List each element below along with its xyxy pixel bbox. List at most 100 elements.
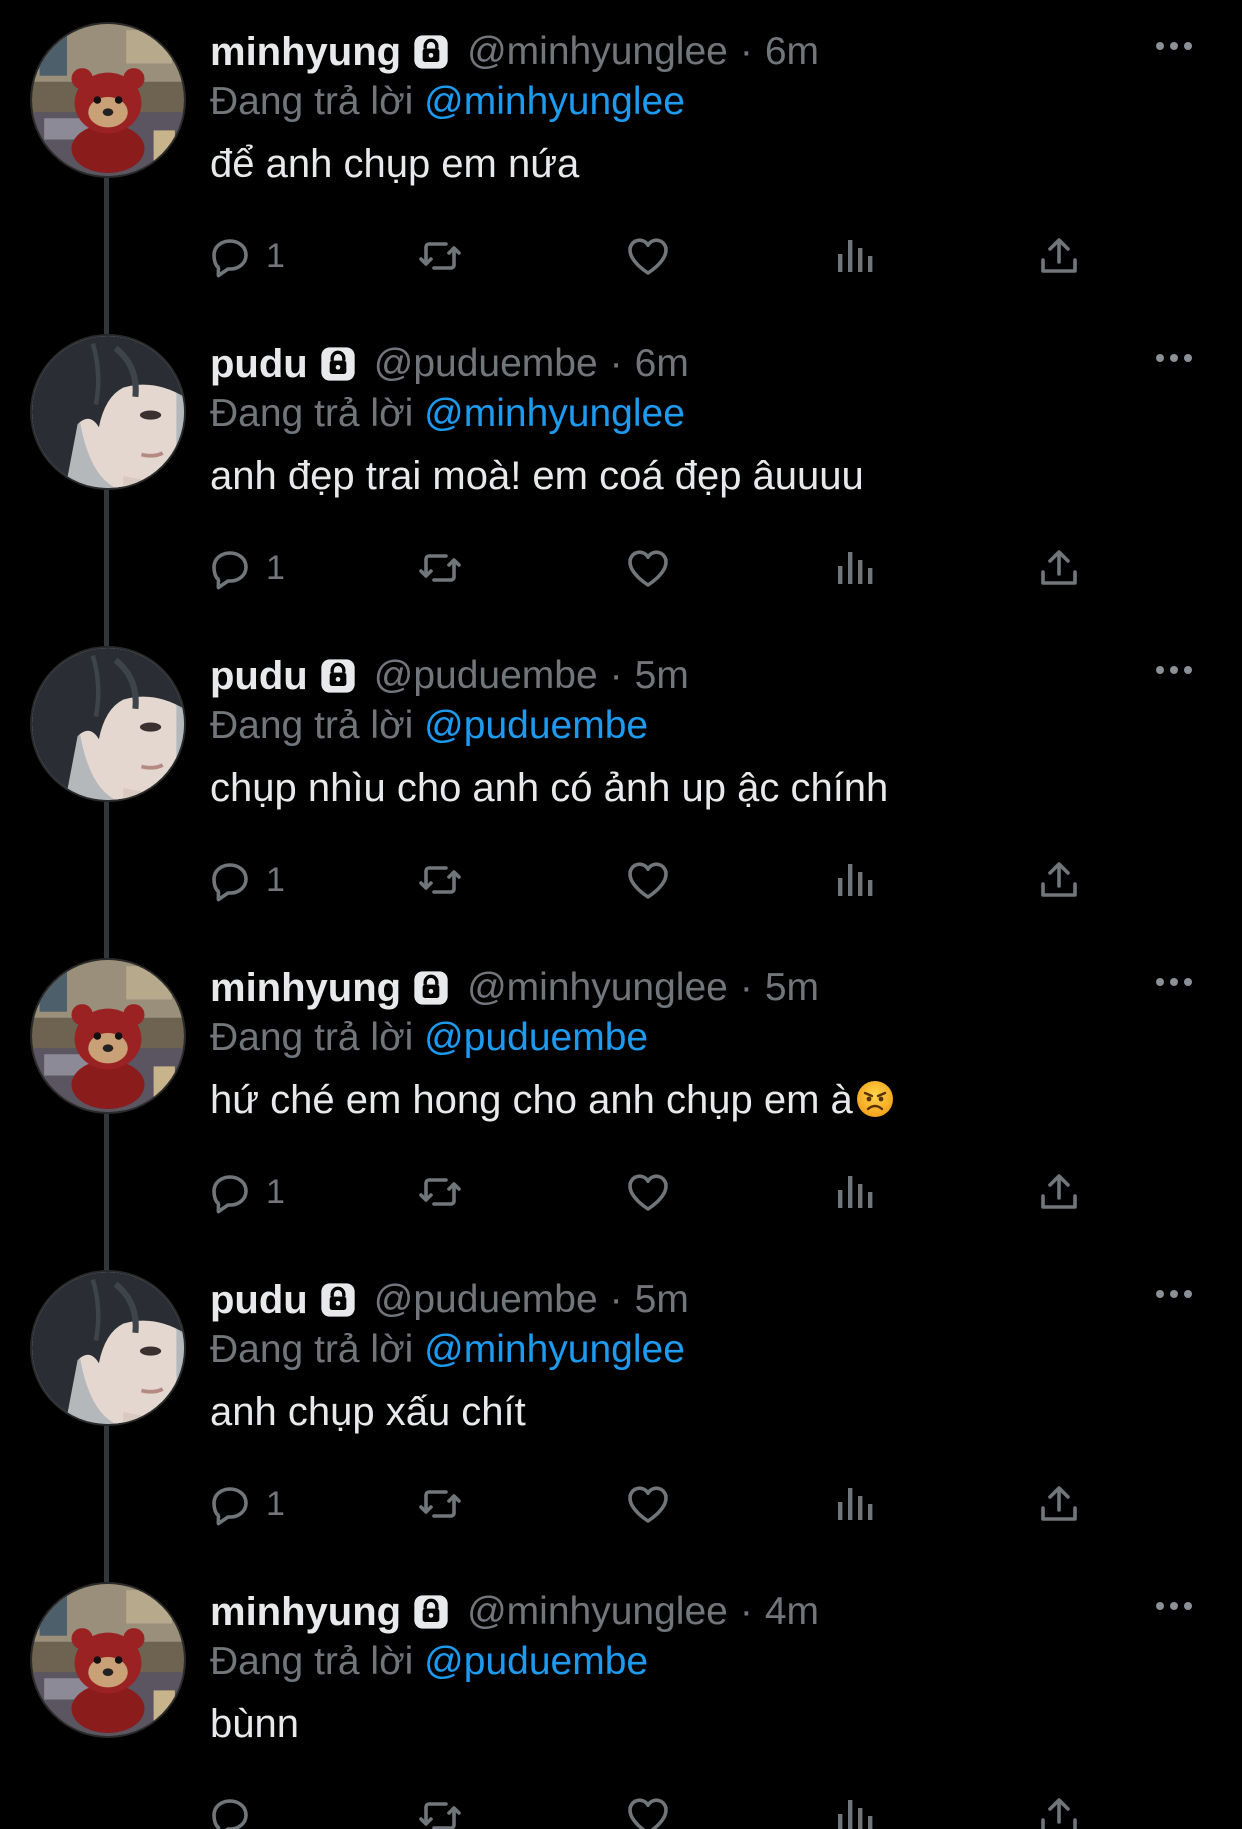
timestamp[interactable]: 5m	[635, 1278, 689, 1322]
retweet-button[interactable]	[416, 1164, 464, 1220]
share-button[interactable]	[1035, 852, 1083, 908]
share-upload-icon	[1035, 856, 1083, 904]
retweet-button[interactable]	[416, 540, 464, 596]
like-button[interactable]	[624, 540, 672, 596]
timestamp[interactable]: 5m	[765, 966, 819, 1010]
display-name[interactable]: pudu	[210, 1278, 308, 1323]
retweet-button[interactable]	[416, 1788, 464, 1829]
avatar[interactable]	[30, 958, 186, 1114]
more-options-button[interactable]	[1152, 1594, 1196, 1618]
user-handle[interactable]: @minhyunglee	[467, 30, 728, 74]
more-horizontal-icon	[1152, 1282, 1196, 1306]
views-button[interactable]	[830, 852, 878, 908]
timestamp[interactable]: 4m	[765, 1590, 819, 1634]
display-name[interactable]: pudu	[210, 654, 308, 699]
timestamp[interactable]: 6m	[635, 342, 689, 386]
tweet[interactable]: pudu @puduembe · 6m Đang trả lời @minhyu…	[0, 312, 1242, 624]
tweet-header: minhyung @minhyunglee · 5m	[210, 962, 819, 1014]
more-options-button[interactable]	[1152, 970, 1196, 994]
views-button[interactable]	[830, 1164, 878, 1220]
replying-to-mention[interactable]: @puduembe	[424, 704, 648, 747]
tweet-text-content: anh đẹp trai moà! em coá đẹp âuuuu	[210, 454, 864, 498]
tweet[interactable]: minhyung @minhyunglee · 6m Đang trả lời …	[0, 0, 1242, 312]
reply-button[interactable]: 1	[206, 1164, 285, 1220]
separator-dot: ·	[739, 1590, 753, 1633]
display-name[interactable]: minhyung	[210, 30, 401, 75]
timestamp[interactable]: 6m	[765, 30, 819, 74]
display-name[interactable]: minhyung	[210, 1590, 401, 1635]
views-button[interactable]	[830, 228, 878, 284]
reply-button[interactable]: 1	[206, 540, 285, 596]
user-handle[interactable]: @minhyunglee	[467, 966, 728, 1010]
avatar[interactable]	[30, 1582, 186, 1738]
tweet[interactable]: minhyung @minhyunglee · 4m Đang trả lời …	[0, 1560, 1242, 1829]
views-button[interactable]	[830, 540, 878, 596]
thread-connector-line	[104, 624, 109, 646]
lock-icon	[318, 1280, 358, 1320]
reply-bubble-icon	[206, 544, 254, 592]
like-button[interactable]	[624, 1788, 672, 1829]
more-options-button[interactable]	[1152, 658, 1196, 682]
tweet-actions: 1	[210, 1164, 1090, 1220]
avatar[interactable]	[30, 1270, 186, 1426]
retweet-button[interactable]	[416, 852, 464, 908]
tweet-text-content: anh chụp xấu chít	[210, 1390, 526, 1434]
views-button[interactable]	[830, 1476, 878, 1532]
share-button[interactable]	[1035, 228, 1083, 284]
tweet-header: minhyung @minhyunglee · 4m	[210, 1586, 819, 1638]
thread-connector-line	[104, 936, 109, 958]
avatar[interactable]	[30, 334, 186, 490]
reply-button[interactable]	[206, 1788, 254, 1829]
reply-bubble-icon	[206, 1168, 254, 1216]
replying-to-mention[interactable]: @minhyunglee	[424, 80, 685, 123]
replying-to-mention[interactable]: @minhyunglee	[424, 1328, 685, 1371]
share-button[interactable]	[1035, 1164, 1083, 1220]
tweet[interactable]: pudu @puduembe · 5m Đang trả lời @minhyu…	[0, 1248, 1242, 1560]
share-button[interactable]	[1035, 1476, 1083, 1532]
display-name[interactable]: pudu	[210, 342, 308, 387]
reply-button[interactable]: 1	[206, 1476, 285, 1532]
like-button[interactable]	[624, 228, 672, 284]
reply-button[interactable]: 1	[206, 852, 285, 908]
thread-connector-line	[104, 1560, 109, 1582]
tweet[interactable]: minhyung @minhyunglee · 5m Đang trả lời …	[0, 936, 1242, 1248]
views-button[interactable]	[830, 1788, 878, 1829]
more-options-button[interactable]	[1152, 346, 1196, 370]
user-handle[interactable]: @puduembe	[374, 1278, 598, 1322]
avatar[interactable]	[30, 646, 186, 802]
retweet-button[interactable]	[416, 228, 464, 284]
more-options-button[interactable]	[1152, 34, 1196, 58]
heart-icon	[624, 1168, 672, 1216]
user-handle[interactable]: @minhyunglee	[467, 1590, 728, 1634]
share-upload-icon	[1035, 1480, 1083, 1528]
retweet-icon	[416, 544, 464, 592]
reply-count: 1	[266, 548, 285, 587]
replying-to-mention[interactable]: @minhyunglee	[424, 392, 685, 435]
avatar[interactable]	[30, 22, 186, 178]
user-handle[interactable]: @puduembe	[374, 342, 598, 386]
more-horizontal-icon	[1152, 1594, 1196, 1618]
like-button[interactable]	[624, 1476, 672, 1532]
share-upload-icon	[1035, 544, 1083, 592]
like-button[interactable]	[624, 1164, 672, 1220]
tweet[interactable]: pudu @puduembe · 5m Đang trả lời @puduem…	[0, 624, 1242, 936]
more-options-button[interactable]	[1152, 1282, 1196, 1306]
replying-to-mention[interactable]: @puduembe	[424, 1016, 648, 1059]
replying-to: Đang trả lời @minhyunglee	[210, 1328, 685, 1372]
retweet-icon	[416, 232, 464, 280]
share-button[interactable]	[1035, 1788, 1083, 1829]
display-name[interactable]: minhyung	[210, 966, 401, 1011]
timestamp[interactable]: 5m	[635, 654, 689, 698]
share-button[interactable]	[1035, 540, 1083, 596]
tweet-text-content: chụp nhìu cho anh có ảnh up ậc chính	[210, 766, 889, 810]
thread-connector-line	[104, 312, 109, 334]
like-button[interactable]	[624, 852, 672, 908]
reply-count: 1	[266, 1484, 285, 1523]
retweet-button[interactable]	[416, 1476, 464, 1532]
separator-dot: ·	[609, 342, 623, 385]
replying-to-mention[interactable]: @puduembe	[424, 1640, 648, 1683]
reply-button[interactable]: 1	[206, 228, 285, 284]
views-bar-chart-icon	[830, 1168, 878, 1216]
user-handle[interactable]: @puduembe	[374, 654, 598, 698]
reply-bubble-icon	[206, 1480, 254, 1528]
